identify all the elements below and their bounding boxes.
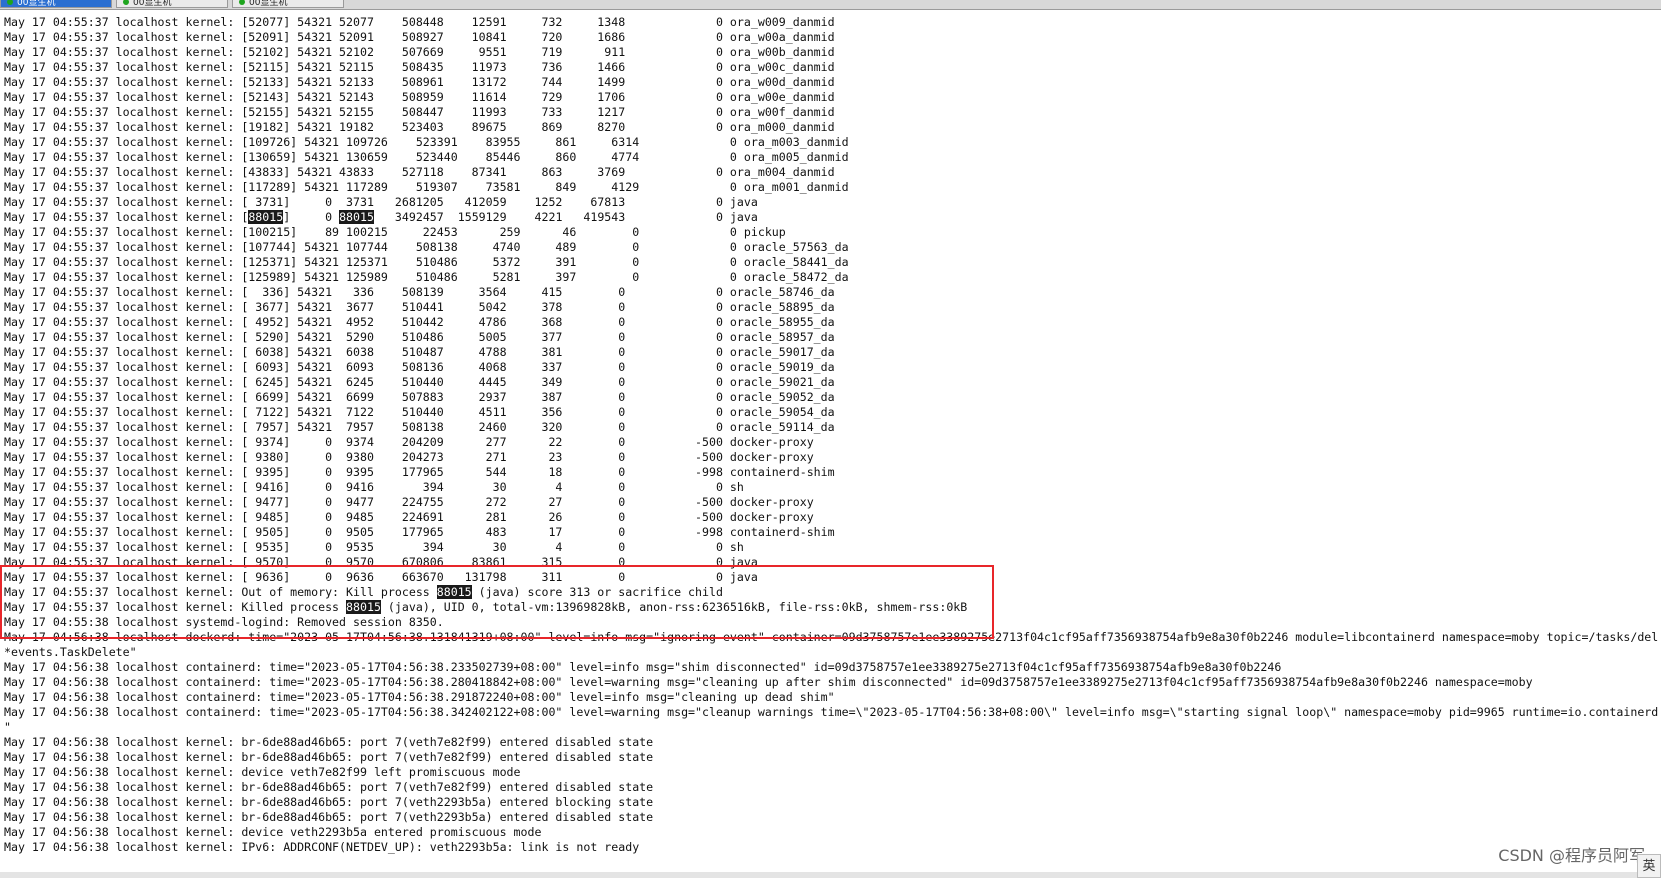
tab-bar: 00显生机 00显生机 00显生机 bbox=[0, 0, 1661, 10]
log-line: May 17 04:55:37 localhost kernel: [12598… bbox=[4, 270, 849, 284]
log-line: May 17 04:55:37 localhost kernel: [10972… bbox=[4, 135, 849, 149]
terminal-output[interactable]: May 17 04:55:37 localhost kernel: [52077… bbox=[4, 15, 1661, 863]
tab-session-1[interactable]: 00显生机 bbox=[0, 0, 112, 8]
log-line: May 17 04:55:37 localhost kernel: [ 5290… bbox=[4, 330, 835, 344]
log-line: May 17 04:55:37 localhost kernel: [ 9535… bbox=[4, 540, 744, 554]
log-line: May 17 04:56:38 localhost kernel: IPv6: … bbox=[4, 840, 640, 854]
log-line: May 17 04:55:37 localhost kernel: [ 9477… bbox=[4, 495, 814, 509]
log-line: May 17 04:55:37 localhost kernel: [13065… bbox=[4, 150, 849, 164]
status-bar bbox=[0, 872, 1661, 878]
log-line: May 17 04:55:37 localhost kernel: [ 7957… bbox=[4, 420, 835, 434]
log-line: May 17 04:55:37 localhost kernel: [11728… bbox=[4, 180, 849, 194]
tab-label: 00显生机 bbox=[249, 0, 288, 8]
log-line: May 17 04:56:38 localhost kernel: device… bbox=[4, 765, 521, 779]
log-line: " bbox=[4, 720, 11, 734]
log-line: May 17 04:56:38 localhost dockerd: time=… bbox=[4, 630, 1659, 644]
log-line: May 17 04:55:37 localhost kernel: [ 9636… bbox=[4, 570, 758, 584]
log-line: May 17 04:55:37 localhost kernel: [ 6093… bbox=[4, 360, 835, 374]
log-line: May 17 04:55:37 localhost kernel: [19182… bbox=[4, 120, 835, 134]
log-line: May 17 04:56:38 localhost kernel: br-6de… bbox=[4, 810, 654, 824]
log-line: May 17 04:55:38 localhost systemd-logind… bbox=[4, 615, 444, 629]
highlighted-pid: 88015 bbox=[436, 585, 472, 599]
highlighted-pid: 88015 bbox=[346, 600, 381, 614]
highlighted-pid: 88015 bbox=[339, 210, 374, 224]
tab-session-3[interactable]: 00显生机 bbox=[232, 0, 344, 8]
log-line: May 17 04:55:37 localhost kernel: [88015… bbox=[4, 210, 758, 224]
log-line: May 17 04:55:37 localhost kernel: [12537… bbox=[4, 255, 849, 269]
tab-session-2[interactable]: 00显生机 bbox=[116, 0, 228, 8]
log-line: May 17 04:55:37 localhost kernel: [ 9505… bbox=[4, 525, 835, 539]
ime-indicator[interactable]: 英 bbox=[1637, 854, 1661, 878]
log-line: May 17 04:55:37 localhost kernel: [52102… bbox=[4, 45, 835, 59]
connected-status-icon bbox=[123, 0, 129, 5]
highlighted-pid: 88015 bbox=[248, 210, 284, 224]
log-line: May 17 04:55:37 localhost kernel: [ 7122… bbox=[4, 405, 835, 419]
log-line: May 17 04:55:37 localhost kernel: [ 9374… bbox=[4, 435, 814, 449]
log-line: May 17 04:56:38 localhost kernel: br-6de… bbox=[4, 795, 654, 809]
log-line: May 17 04:56:38 localhost kernel: device… bbox=[4, 825, 542, 839]
log-line: *events.TaskDelete" bbox=[4, 645, 137, 659]
log-line: May 17 04:56:38 localhost containerd: ti… bbox=[4, 660, 1282, 674]
log-line: May 17 04:55:37 localhost kernel: [10021… bbox=[4, 225, 786, 239]
log-line: May 17 04:55:37 localhost kernel: [52077… bbox=[4, 15, 835, 29]
tab-label: 00显生机 bbox=[133, 0, 172, 8]
log-line: May 17 04:55:37 localhost kernel: [ 3677… bbox=[4, 300, 835, 314]
log-line: May 17 04:55:37 localhost kernel: [52091… bbox=[4, 30, 835, 44]
log-line: May 17 04:56:38 localhost kernel: br-6de… bbox=[4, 750, 654, 764]
log-line: May 17 04:56:38 localhost kernel: br-6de… bbox=[4, 780, 654, 794]
log-line: May 17 04:56:38 localhost containerd: ti… bbox=[4, 675, 1533, 689]
log-line: May 17 04:56:38 localhost containerd: ti… bbox=[4, 690, 835, 704]
connected-status-icon bbox=[7, 0, 13, 5]
tab-label: 00显生机 bbox=[17, 0, 56, 8]
log-line: May 17 04:55:37 localhost kernel: [ 9485… bbox=[4, 510, 814, 524]
log-line: May 17 04:55:37 localhost kernel: [52115… bbox=[4, 60, 835, 74]
log-line: May 17 04:55:37 localhost kernel: [43833… bbox=[4, 165, 835, 179]
log-line: May 17 04:56:38 localhost containerd: ti… bbox=[4, 705, 1659, 719]
log-line: May 17 04:55:37 localhost kernel: [ 6245… bbox=[4, 375, 835, 389]
log-line: May 17 04:55:37 localhost kernel: [52133… bbox=[4, 75, 835, 89]
log-line: May 17 04:55:37 localhost kernel: [ 9380… bbox=[4, 450, 814, 464]
log-line: May 17 04:55:37 localhost kernel: [ 4952… bbox=[4, 315, 835, 329]
log-line: May 17 04:55:37 localhost kernel: [ 336]… bbox=[4, 285, 835, 299]
log-line: May 17 04:55:37 localhost kernel: [52155… bbox=[4, 105, 835, 119]
log-line: May 17 04:55:37 localhost kernel: [ 9570… bbox=[4, 555, 758, 569]
log-line: May 17 04:55:37 localhost kernel: [ 9395… bbox=[4, 465, 835, 479]
log-line: May 17 04:55:37 localhost kernel: Out of… bbox=[4, 585, 723, 599]
log-line: May 17 04:55:37 localhost kernel: Killed… bbox=[4, 600, 968, 614]
log-line: May 17 04:55:37 localhost kernel: [52143… bbox=[4, 90, 835, 104]
log-line: May 17 04:55:37 localhost kernel: [ 6038… bbox=[4, 345, 835, 359]
log-line: May 17 04:55:37 localhost kernel: [10774… bbox=[4, 240, 849, 254]
connected-status-icon bbox=[239, 0, 245, 5]
log-line: May 17 04:56:38 localhost kernel: br-6de… bbox=[4, 735, 654, 749]
log-line: May 17 04:55:37 localhost kernel: [ 6699… bbox=[4, 390, 835, 404]
log-line: May 17 04:55:37 localhost kernel: [ 3731… bbox=[4, 195, 758, 209]
watermark: CSDN @程序员阿军 bbox=[1498, 846, 1645, 865]
log-line: May 17 04:55:37 localhost kernel: [ 9416… bbox=[4, 480, 744, 494]
